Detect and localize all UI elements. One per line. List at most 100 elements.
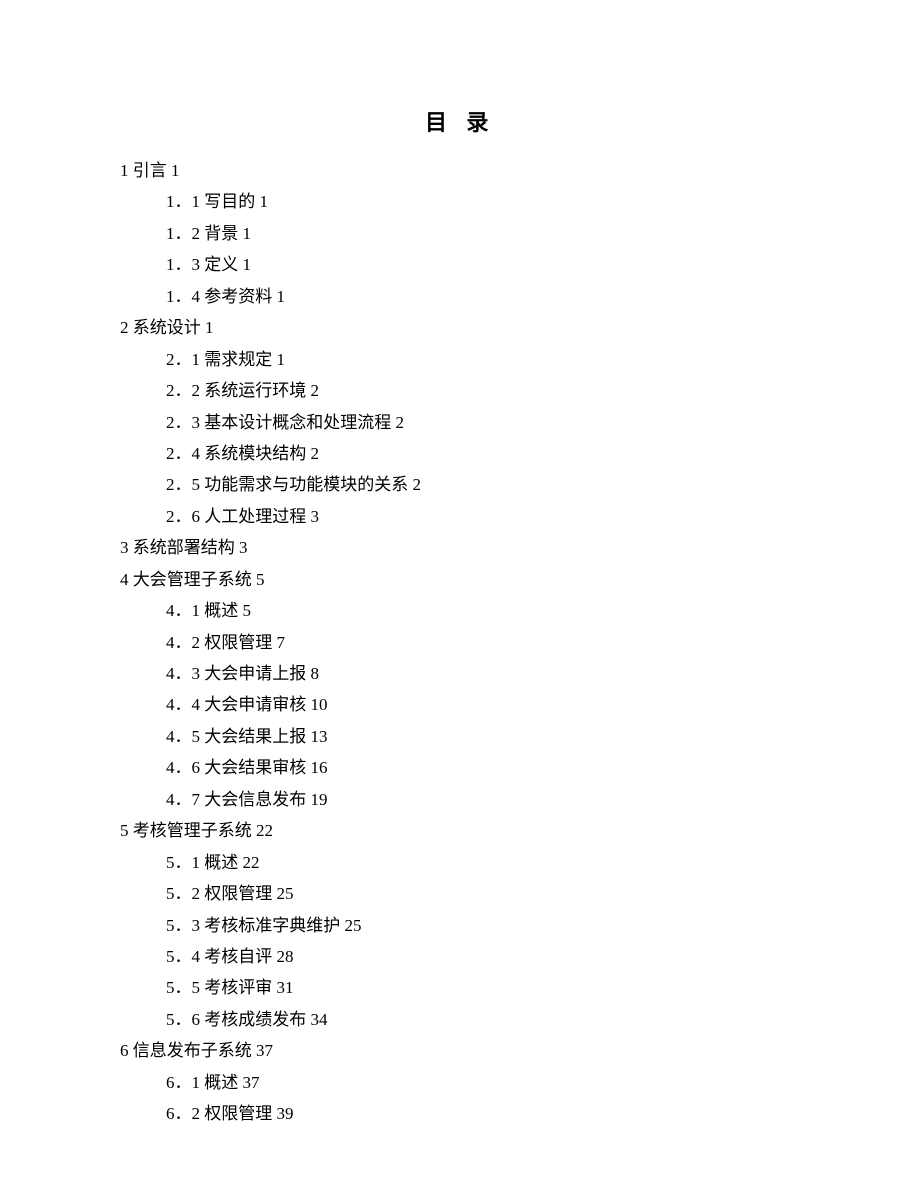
toc-entry: 2．4 系统模块结构 2 xyxy=(166,438,800,469)
toc-entry-number: 1．2 xyxy=(166,224,200,243)
toc-entry-page: 2 xyxy=(413,475,422,494)
toc-entry: 4．5 大会结果上报 13 xyxy=(166,721,800,752)
toc-entry-title: 概述 xyxy=(204,853,238,872)
toc-entry-page: 1 xyxy=(277,350,286,369)
toc-entry-number: 2．5 xyxy=(166,475,200,494)
toc-entry-number: 2．2 xyxy=(166,381,200,400)
toc-entry-page: 8 xyxy=(311,664,320,683)
toc-entry-number: 4．7 xyxy=(166,790,200,809)
toc-entry-title: 权限管理 xyxy=(204,884,272,903)
toc-entry-title: 权限管理 xyxy=(204,633,272,652)
toc-entry-number: 5 xyxy=(120,821,129,840)
toc-entry-title: 大会管理子系统 xyxy=(133,570,252,589)
toc-entry-title: 人工处理过程 xyxy=(204,507,306,526)
toc-entry-title: 背景 xyxy=(204,224,238,243)
toc-entry: 4．2 权限管理 7 xyxy=(166,627,800,658)
toc-entry-page: 5 xyxy=(243,601,252,620)
toc-entry-number: 6．2 xyxy=(166,1104,200,1123)
toc-entry-title: 考核评审 xyxy=(204,978,272,997)
toc-entry-page: 1 xyxy=(205,318,214,337)
toc-entry: 4．1 概述 5 xyxy=(166,595,800,626)
toc-entry: 5．6 考核成绩发布 34 xyxy=(166,1004,800,1035)
toc-entry-page: 25 xyxy=(345,916,362,935)
table-of-contents: 1 引言 11．1 写目的 11．2 背景 11．3 定义 11．4 参考资料 … xyxy=(120,155,800,1130)
toc-entry-page: 1 xyxy=(243,255,252,274)
toc-entry-page: 25 xyxy=(277,884,294,903)
toc-entry-title: 系统模块结构 xyxy=(204,444,306,463)
toc-entry-number: 5．4 xyxy=(166,947,200,966)
toc-entry-number: 4．5 xyxy=(166,727,200,746)
toc-entry-title: 系统部署结构 xyxy=(133,538,235,557)
toc-entry: 5．4 考核自评 28 xyxy=(166,941,800,972)
toc-entry-page: 1 xyxy=(171,161,180,180)
toc-entry-title: 概述 xyxy=(204,601,238,620)
toc-entry-page: 1 xyxy=(243,224,252,243)
toc-entry-number: 2．6 xyxy=(166,507,200,526)
toc-entry-title: 信息发布子系统 xyxy=(133,1041,252,1060)
toc-entry: 1．2 背景 1 xyxy=(166,218,800,249)
toc-entry: 2．6 人工处理过程 3 xyxy=(166,501,800,532)
toc-entry-number: 4．2 xyxy=(166,633,200,652)
toc-entry-number: 1．1 xyxy=(166,192,200,211)
toc-entry-number: 4．1 xyxy=(166,601,200,620)
toc-entry-page: 13 xyxy=(311,727,328,746)
toc-entry: 6．1 概述 37 xyxy=(166,1067,800,1098)
toc-entry-title: 大会信息发布 xyxy=(204,790,306,809)
toc-entry-number: 1．4 xyxy=(166,287,200,306)
toc-entry-title: 参考资料 xyxy=(204,287,272,306)
toc-entry-page: 16 xyxy=(311,758,328,777)
toc-entry-page: 37 xyxy=(243,1073,260,1092)
toc-entry-number: 2．3 xyxy=(166,413,200,432)
toc-entry-page: 2 xyxy=(396,413,405,432)
toc-entry-page: 1 xyxy=(277,287,286,306)
toc-entry-title: 考核成绩发布 xyxy=(204,1010,306,1029)
toc-entry-title: 权限管理 xyxy=(204,1104,272,1123)
toc-entry-title: 考核自评 xyxy=(204,947,272,966)
toc-entry-title: 大会申请上报 xyxy=(204,664,306,683)
toc-entry-title: 写目的 xyxy=(204,192,255,211)
toc-entry-number: 3 xyxy=(120,538,129,557)
toc-entry-page: 2 xyxy=(311,381,320,400)
toc-entry-title: 系统运行环境 xyxy=(204,381,306,400)
toc-entry: 2．3 基本设计概念和处理流程 2 xyxy=(166,407,800,438)
toc-entry-number: 1 xyxy=(120,161,129,180)
toc-entry-title: 考核标准字典维护 xyxy=(204,916,340,935)
toc-entry-page: 22 xyxy=(243,853,260,872)
toc-entry-number: 4 xyxy=(120,570,129,589)
toc-entry: 4．6 大会结果审核 16 xyxy=(166,752,800,783)
toc-entry-title: 引言 xyxy=(133,161,167,180)
toc-entry-page: 10 xyxy=(311,695,328,714)
toc-entry-page: 5 xyxy=(256,570,265,589)
toc-entry-number: 5．2 xyxy=(166,884,200,903)
toc-entry: 5．5 考核评审 31 xyxy=(166,972,800,1003)
toc-entry-number: 4．3 xyxy=(166,664,200,683)
toc-entry: 4．7 大会信息发布 19 xyxy=(166,784,800,815)
toc-entry-page: 34 xyxy=(311,1010,328,1029)
toc-entry: 6 信息发布子系统 37 xyxy=(120,1035,800,1066)
toc-entry-number: 5．5 xyxy=(166,978,200,997)
toc-entry-title: 基本设计概念和处理流程 xyxy=(204,413,391,432)
toc-entry: 2 系统设计 1 xyxy=(120,312,800,343)
toc-entry: 5．1 概述 22 xyxy=(166,847,800,878)
toc-entry: 4．3 大会申请上报 8 xyxy=(166,658,800,689)
toc-entry-number: 5．3 xyxy=(166,916,200,935)
toc-entry: 3 系统部署结构 3 xyxy=(120,532,800,563)
toc-entry-page: 39 xyxy=(277,1104,294,1123)
toc-entry-page: 7 xyxy=(277,633,286,652)
toc-entry-number: 4．6 xyxy=(166,758,200,777)
toc-entry-title: 定义 xyxy=(204,255,238,274)
toc-entry: 1．4 参考资料 1 xyxy=(166,281,800,312)
toc-entry-title: 功能需求与功能模块的关系 xyxy=(204,475,408,494)
toc-entry-page: 3 xyxy=(311,507,320,526)
toc-entry-title: 大会结果审核 xyxy=(204,758,306,777)
toc-entry: 2．2 系统运行环境 2 xyxy=(166,375,800,406)
toc-entry-number: 5．6 xyxy=(166,1010,200,1029)
toc-entry-number: 6 xyxy=(120,1041,129,1060)
toc-entry-page: 28 xyxy=(277,947,294,966)
toc-entry-page: 31 xyxy=(277,978,294,997)
toc-entry: 1．3 定义 1 xyxy=(166,249,800,280)
toc-entry-title: 考核管理子系统 xyxy=(133,821,252,840)
toc-entry-number: 2 xyxy=(120,318,129,337)
toc-entry: 2．5 功能需求与功能模块的关系 2 xyxy=(166,469,800,500)
toc-entry: 4 大会管理子系统 5 xyxy=(120,564,800,595)
